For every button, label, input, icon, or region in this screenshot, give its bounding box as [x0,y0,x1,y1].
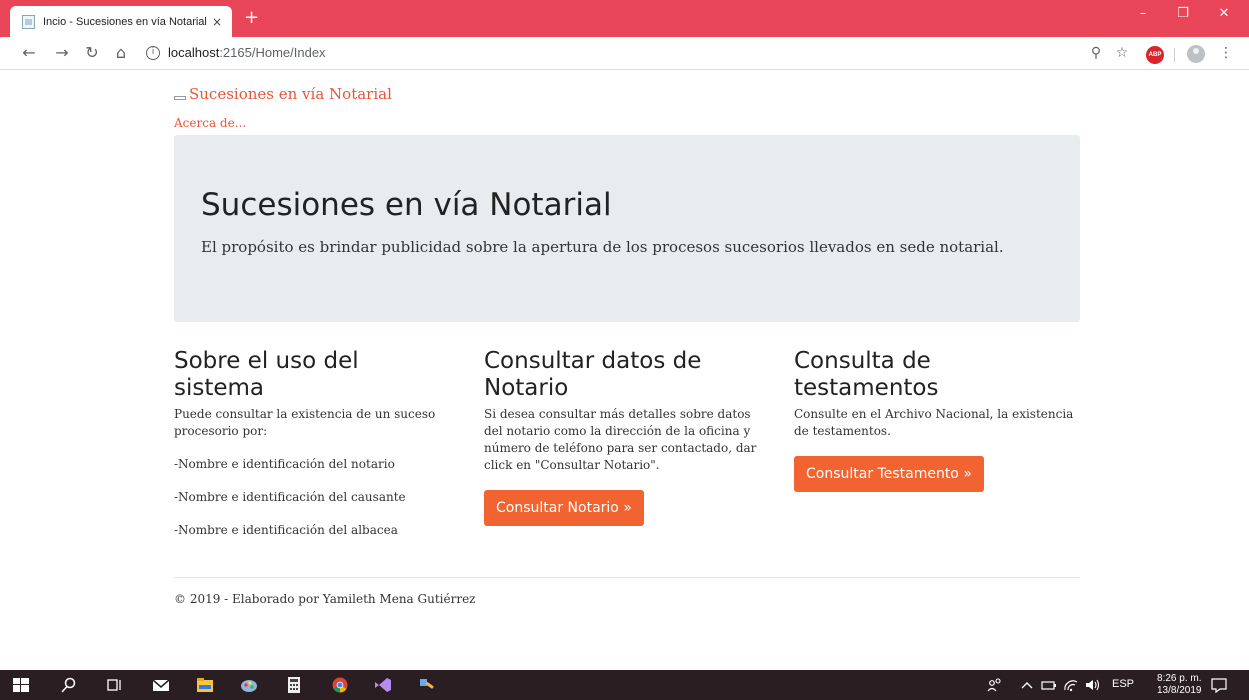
column-notario-title-line1: Consultar datos de [484,348,702,374]
consultar-notario-button[interactable]: Consultar Notario » [484,490,644,526]
consultar-testamento-button[interactable]: Consultar Testamento » [794,456,984,492]
volume-icon[interactable] [1084,677,1102,693]
windows-start-icon[interactable] [12,677,30,693]
page-favicon-icon [22,14,35,29]
search-icon[interactable] [60,677,78,693]
about-link[interactable]: Acerca de... [174,116,246,130]
column-uso-text: Puede consultar la existencia de un suce… [174,407,436,438]
column-testamentos-title-line2: testamentos [794,375,939,401]
input-language[interactable]: ESP [1112,678,1134,690]
clock-time: 8:26 p. m. [1157,673,1202,684]
clock-date: 13/8/2019 [1157,685,1202,696]
column-uso-title: Sobre el uso del sistema [174,348,454,402]
back-icon[interactable]: ← [18,44,40,62]
chrome-icon[interactable] [331,677,349,693]
home-icon[interactable]: ⌂ [110,44,132,62]
toolbar-divider [1174,48,1175,62]
site-info-icon[interactable]: i [146,46,160,60]
browser-toolbar: ← → ↻ ⌂ i localhost:2165/Home/Index ⚲ ☆ … [0,37,1249,70]
column-uso-title-line1: Sobre el uso del [174,348,359,374]
profile-avatar-icon[interactable] [1187,45,1205,63]
column-notario-text: Si desea consultar más detalles sobre da… [484,407,757,472]
file-explorer-icon[interactable] [196,677,214,693]
column-testamentos-title-line1: Consulta de [794,348,931,374]
list-item: -Nombre e identificación del notario [174,457,395,471]
list-item: -Nombre e identificación del albacea [174,523,398,537]
battery-icon[interactable] [1040,677,1058,693]
restore-icon[interactable]: ❐ [1168,6,1198,21]
mail-icon[interactable] [152,677,170,693]
broken-image-icon [174,96,186,100]
new-tab-button[interactable]: + [244,8,259,28]
jumbotron-lead: El propósito es brindar publicidad sobre… [201,238,1004,256]
list-item: -Nombre e identificación del causante [174,490,406,504]
people-icon[interactable] [986,677,1004,693]
task-view-icon[interactable] [106,677,124,693]
navbar-brand-link[interactable]: Sucesiones en vía Notarial [174,85,392,103]
minimize-icon[interactable]: – [1128,6,1158,21]
footer-divider [174,577,1080,578]
reload-icon[interactable]: ↻ [81,44,103,62]
show-hidden-icons-icon[interactable] [1018,677,1036,693]
system-clock[interactable]: 8:26 p. m. 13/8/2019 [1157,673,1202,697]
column-uso-title-line2: sistema [174,375,265,401]
windows-taskbar: ESP 8:26 p. m. 13/8/2019 [0,670,1249,700]
jumbotron: Sucesiones en vía Notarial El propósito … [174,135,1080,322]
bookmark-star-icon[interactable]: ☆ [1112,45,1132,61]
forward-icon[interactable]: → [51,44,73,62]
browser-titlebar: Incio - Sucesiones en vía Notarial × + –… [0,0,1249,37]
close-window-icon[interactable]: ✕ [1209,6,1239,21]
column-notario: Consultar datos de Notario Si desea cons… [484,348,764,526]
address-bar[interactable]: localhost:2165/Home/Index [168,45,326,60]
column-testamentos-title: Consulta de testamentos [794,348,1074,402]
tab-close-icon[interactable]: × [210,15,224,29]
adblock-icon[interactable]: ABP [1146,46,1164,64]
notifications-icon[interactable] [1210,677,1228,693]
zoom-icon[interactable]: ⚲ [1086,45,1106,61]
calculator-icon[interactable] [285,677,303,693]
brand-text: Sucesiones en vía Notarial [189,85,392,103]
footer-text: © 2019 - Elaborado por Yamileth Mena Gut… [174,592,476,606]
url-host: localhost [168,45,220,60]
wifi-icon[interactable] [1062,677,1080,693]
column-uso: Sobre el uso del sistema Puede consultar… [174,348,454,539]
tools-app-icon[interactable] [418,677,436,693]
browser-tab[interactable]: Incio - Sucesiones en vía Notarial × [10,6,232,37]
url-path: :2165/Home/Index [219,45,326,60]
jumbotron-title: Sucesiones en vía Notarial [201,187,612,223]
column-notario-title: Consultar datos de Notario [484,348,764,402]
tab-title: Incio - Sucesiones en vía Notarial [43,15,207,28]
column-notario-title-line2: Notario [484,375,569,401]
visual-studio-icon[interactable] [374,677,392,693]
menu-dots-icon[interactable]: ⋮ [1216,45,1236,61]
column-testamentos: Consulta de testamentos Consulte en el A… [794,348,1074,492]
paint-icon[interactable] [240,677,258,693]
column-testamentos-text: Consulte en el Archivo Nacional, la exis… [794,407,1074,438]
